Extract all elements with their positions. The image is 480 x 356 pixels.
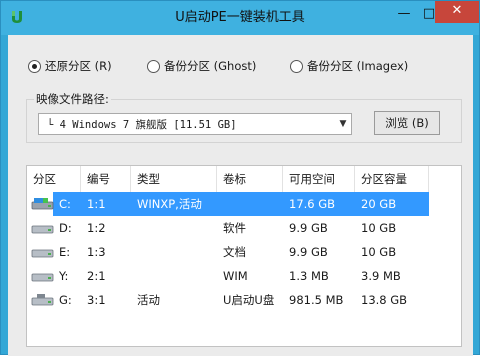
table-header: 分区 编号 类型 卷标 可用空间 分区容量 — [27, 166, 461, 192]
free-space: 981.5 MB — [289, 293, 344, 307]
partition-capacity: 3.9 MB — [361, 269, 401, 283]
partition-type — [133, 240, 137, 264]
drive-icon — [31, 273, 54, 282]
drive-letter: Y: — [59, 269, 69, 283]
backup-ghost-radio[interactable]: 备份分区 (Ghost) — [147, 59, 256, 73]
volume-label: U启动U盘 — [223, 293, 275, 307]
restore-partition-label: 还原分区 (R) — [45, 59, 112, 73]
main-panel: 还原分区 (R) 备份分区 (Ghost) 备份分区 (Imagex) 映像文件… — [8, 35, 473, 356]
partition-type: WINXP,活动 — [137, 197, 202, 211]
partition-capacity: 20 GB — [361, 197, 397, 211]
minimize-button[interactable]: — — [391, 5, 417, 25]
column-header-number[interactable]: 编号 — [81, 166, 131, 192]
backup-ghost-label: 备份分区 (Ghost) — [164, 59, 257, 73]
image-path-value: └ 4 Windows 7 旗舰版 [11.51 GB] — [47, 118, 237, 131]
table-row[interactable]: C: 1:1 WINXP,活动 17.6 GB 20 GB — [27, 192, 461, 216]
browse-button[interactable]: 浏览 (B) — [374, 111, 440, 135]
image-path-select[interactable]: └ 4 Windows 7 旗舰版 [11.51 GB] ▼ — [38, 113, 352, 135]
free-space: 17.6 GB — [289, 197, 336, 211]
volume-label: 软件 — [223, 221, 246, 235]
partition-number: 1:1 — [87, 197, 106, 211]
chevron-down-icon[interactable]: ▼ — [335, 119, 351, 129]
free-space: 9.9 GB — [289, 245, 328, 259]
drive-letter: G: — [59, 293, 72, 307]
drive-letter: D: — [59, 221, 72, 235]
partition-type: 活动 — [137, 293, 160, 307]
column-header-partition[interactable]: 分区 — [27, 166, 81, 192]
column-header-capacity[interactable]: 分区容量 — [355, 166, 429, 192]
partition-number: 1:3 — [87, 245, 106, 259]
partition-capacity: 10 GB — [361, 245, 397, 259]
app-window: U启动PE一键装机工具 — □ ✕ 还原分区 (R) 备份分区 (Ghost) … — [0, 0, 480, 356]
image-path-label: 映像文件路径: — [34, 91, 111, 107]
table-row[interactable]: E: 1:3 文档 9.9 GB 10 GB — [27, 240, 461, 264]
system-drive-icon — [31, 198, 54, 210]
free-space: 1.3 MB — [289, 269, 329, 283]
radio-unchecked-icon — [147, 59, 160, 73]
table-row[interactable]: Y: 2:1 WIM 1.3 MB 3.9 MB — [27, 264, 461, 288]
usb-drive-icon — [31, 294, 54, 306]
table-row[interactable]: D: 1:2 软件 9.9 GB 10 GB — [27, 216, 461, 240]
partition-number: 1:2 — [87, 221, 106, 235]
column-header-type[interactable]: 类型 — [131, 166, 217, 192]
close-button[interactable]: ✕ — [435, 1, 479, 23]
free-space: 9.9 GB — [289, 221, 328, 235]
partition-number: 3:1 — [87, 293, 106, 307]
partition-capacity: 13.8 GB — [361, 293, 408, 307]
restore-partition-radio[interactable]: 还原分区 (R) — [28, 59, 112, 73]
partition-type — [133, 264, 137, 288]
radio-unchecked-icon — [290, 59, 303, 73]
drive-letter: E: — [59, 245, 71, 259]
drive-letter: C: — [59, 197, 71, 211]
partition-type — [133, 216, 137, 240]
drive-icon — [31, 225, 54, 234]
title-bar[interactable]: U启动PE一键装机工具 — □ ✕ — [1, 1, 479, 35]
column-header-free-space[interactable]: 可用空间 — [283, 166, 355, 192]
volume-label: WIM — [223, 269, 248, 283]
table-row[interactable]: G: 3:1 活动 U启动U盘 981.5 MB 13.8 GB — [27, 288, 461, 312]
column-header-label[interactable]: 卷标 — [217, 166, 283, 192]
partition-number: 2:1 — [87, 269, 106, 283]
partition-capacity: 10 GB — [361, 221, 397, 235]
backup-imagex-label: 备份分区 (Imagex) — [307, 59, 409, 73]
partition-table[interactable]: 分区 编号 类型 卷标 可用空间 分区容量 C: 1:1 WINXP,活动 17… — [26, 165, 462, 347]
drive-icon — [31, 249, 54, 258]
backup-imagex-radio[interactable]: 备份分区 (Imagex) — [290, 59, 408, 73]
volume-label — [219, 192, 223, 216]
volume-label: 文档 — [223, 245, 246, 259]
radio-checked-icon — [28, 59, 41, 73]
